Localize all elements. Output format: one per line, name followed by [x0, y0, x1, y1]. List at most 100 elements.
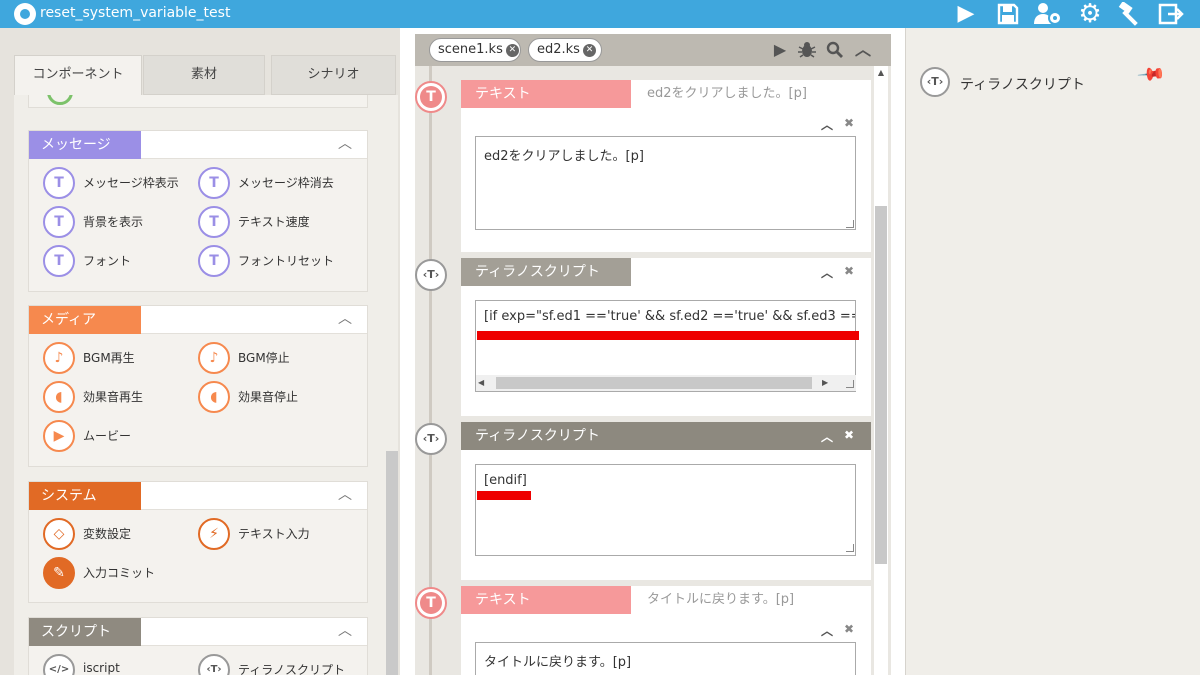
comp-iscript[interactable]: </> iscript — [43, 652, 203, 675]
left-scrollbar-thumb[interactable] — [386, 451, 398, 675]
comp-bgm-stop[interactable]: ♪ BGM停止 — [198, 340, 358, 376]
scenario-editor: scene1.ks ✕ ed2.ks ✕ ▶ ︿ T テキスト ed2をクリアしまし… — [400, 28, 905, 675]
resize-handle[interactable] — [846, 544, 854, 552]
bgm-stop-icon: ♪ — [198, 342, 230, 374]
text-block[interactable]: テキスト ed2をクリアしました。[p] ︿ ✖ ed2をクリアしました。[p] — [461, 80, 871, 252]
sound-play-icon: ◖ — [43, 381, 75, 413]
chevron-up-icon[interactable]: ︿ — [335, 621, 355, 641]
comp-se-stop[interactable]: ◖ 効果音停止 — [198, 379, 358, 415]
comp-message-hide[interactable]: T メッセージ枠消去 — [198, 165, 358, 201]
comp-input-commit[interactable]: ✎ 入力コミット — [43, 555, 203, 591]
save-icon[interactable] — [993, 0, 1023, 28]
tab-assets[interactable]: 素材 — [143, 55, 265, 95]
block-textarea[interactable]: タイトルに戻ります。[p] — [475, 642, 856, 675]
commit-icon: ✎ — [43, 557, 75, 589]
block-preview: タイトルに戻ります。[p] — [631, 586, 871, 614]
script-block[interactable]: ティラノスクリプト ︿ ✖ [endif] — [461, 422, 871, 580]
editor-scrollbar-thumb[interactable] — [875, 206, 887, 564]
text-block[interactable]: テキスト タイトルに戻ります。[p] ︿ ✖ タイトルに戻ります。[p] — [461, 586, 871, 675]
font-reset-icon: T — [198, 245, 230, 277]
bug-icon[interactable] — [795, 38, 819, 62]
collapse-icon[interactable]: ︿ — [821, 116, 833, 136]
tyrano-script-node-icon: ‹T› — [415, 423, 447, 455]
play-icon[interactable]: ▶ — [951, 0, 981, 28]
chevron-up-icon[interactable]: ︿ — [851, 38, 875, 62]
chevron-up-icon[interactable]: ︿ — [335, 485, 355, 505]
chevron-up-icon[interactable]: ︿ — [335, 309, 355, 329]
comp-text-speed[interactable]: T テキスト速度 — [198, 204, 358, 240]
file-tab-ed2[interactable]: ed2.ks ✕ — [528, 38, 602, 62]
section-header[interactable]: メディア ︿ — [29, 306, 367, 334]
collapse-icon[interactable]: ︿ — [821, 428, 833, 448]
resize-handle[interactable] — [846, 220, 854, 228]
text-cursor-icon: T — [43, 206, 75, 238]
export-icon[interactable] — [1156, 0, 1186, 28]
search-icon[interactable] — [823, 38, 847, 62]
comp-text-input[interactable]: ⚡ テキスト入力 — [198, 516, 358, 552]
comp-show-background[interactable]: T 背景を表示 — [43, 204, 203, 240]
panel-tabs: コンポーネント 素材 シナリオ — [14, 55, 398, 95]
scenario-canvas[interactable]: T テキスト ed2をクリアしました。[p] ︿ ✖ ed2をクリアしました。[… — [415, 66, 891, 675]
comp-bgm-play[interactable]: ♪ BGM再生 — [43, 340, 203, 376]
scroll-up-icon[interactable]: ▲ — [874, 66, 888, 80]
section-header[interactable]: システム ︿ — [29, 482, 367, 510]
block-textarea[interactable]: ed2をクリアしました。[p] — [475, 136, 856, 230]
resize-handle[interactable] — [846, 380, 854, 388]
chevron-up-icon[interactable]: ︿ — [335, 134, 355, 154]
users-gear-icon[interactable] — [1033, 0, 1063, 28]
block-type-label: テキスト — [461, 80, 631, 108]
comp-message-show[interactable]: T メッセージ枠表示 — [43, 165, 203, 201]
comp-font[interactable]: T フォント — [43, 243, 203, 279]
block-textarea[interactable]: [endif] — [475, 464, 856, 556]
comp-variable-set[interactable]: ◇ 変数設定 — [43, 516, 203, 552]
hammer-icon[interactable] — [1116, 0, 1146, 28]
tab-scenario[interactable]: シナリオ — [271, 55, 396, 95]
close-icon[interactable]: ✖ — [844, 116, 854, 136]
section-script: スクリプト ︿ </> iscript ‹T› ティラノスクリプト — [28, 617, 368, 675]
app-logo-icon — [14, 3, 36, 25]
close-icon[interactable]: ✖ — [844, 264, 854, 284]
window-title: reset_system_variable_test — [40, 5, 231, 21]
text-frame-hide-icon: T — [198, 167, 230, 199]
section-header[interactable]: メッセージ ︿ — [29, 131, 367, 159]
scroll-right-icon[interactable]: ▶ — [822, 378, 828, 387]
file-tab-bar: scene1.ks ✕ ed2.ks ✕ ▶ ︿ — [415, 34, 891, 66]
text-node-icon: T — [415, 587, 447, 619]
close-icon[interactable]: ✖ — [844, 622, 854, 642]
editor-scrollbar[interactable]: ▲ — [874, 66, 888, 675]
comp-se-play[interactable]: ◖ 効果音再生 — [43, 379, 203, 415]
file-tab-scene1[interactable]: scene1.ks ✕ — [429, 38, 521, 62]
close-icon[interactable]: ✖ — [844, 428, 854, 448]
close-icon[interactable]: ✕ — [505, 44, 519, 57]
collapse-icon[interactable]: ︿ — [821, 622, 833, 642]
block-header[interactable]: ティラノスクリプト — [461, 258, 871, 286]
play-icon[interactable]: ▶ — [768, 38, 792, 62]
component-list[interactable]: メッセージ ︿ T メッセージ枠表示 T メッセージ枠消去 T 背景を表示 T … — [14, 95, 398, 675]
block-header[interactable]: テキスト ed2をクリアしました。[p] — [461, 80, 871, 108]
text-node-icon: T — [415, 81, 447, 113]
comp-font-reset[interactable]: T フォントリセット — [198, 243, 358, 279]
left-scrollbar[interactable] — [386, 95, 398, 675]
highlight-bar — [477, 491, 531, 500]
horizontal-scrollbar[interactable]: ◀ ▶ — [476, 375, 856, 391]
horizontal-scrollbar-thumb[interactable] — [496, 377, 812, 389]
text-frame-icon: T — [43, 167, 75, 199]
script-block[interactable]: ティラノスクリプト ︿ ✖ [if exp="sf.ed1 =='true' &… — [461, 258, 871, 416]
property-panel: ‹T› ティラノスクリプト 📌 — [905, 28, 1200, 675]
bgm-play-icon: ♪ — [43, 342, 75, 374]
tab-components[interactable]: コンポーネント — [14, 55, 142, 95]
close-icon[interactable]: ✕ — [582, 44, 596, 57]
variable-icon: ◇ — [43, 518, 75, 550]
tyrano-script-icon: ‹T› — [198, 654, 230, 675]
section-header[interactable]: スクリプト ︿ — [29, 618, 367, 646]
gear-icon[interactable]: ⚙ — [1075, 0, 1105, 28]
block-header[interactable]: ティラノスクリプト — [461, 422, 871, 450]
section-partial — [28, 95, 368, 108]
collapse-icon[interactable]: ︿ — [821, 264, 833, 284]
comp-movie[interactable]: ▶ ムービー — [43, 418, 203, 454]
comp-tyrano-script[interactable]: ‹T› ティラノスクリプト — [198, 652, 358, 675]
scroll-left-icon[interactable]: ◀ — [478, 378, 484, 387]
block-preview: ed2をクリアしました。[p] — [631, 80, 871, 108]
section-title: スクリプト — [29, 618, 141, 646]
block-header[interactable]: テキスト タイトルに戻ります。[p] — [461, 586, 871, 614]
